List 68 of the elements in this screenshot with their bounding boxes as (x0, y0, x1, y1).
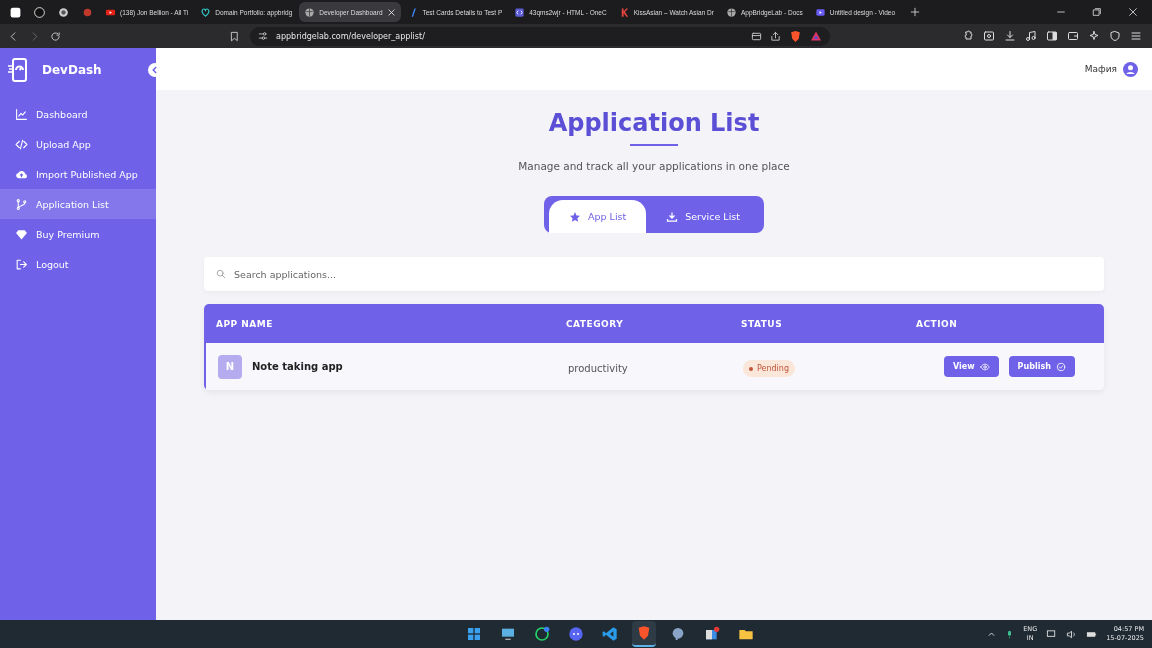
tab-favicon-icon (32, 5, 46, 19)
site-settings-icon (258, 31, 268, 41)
sidebar-item[interactable]: Application List (0, 189, 156, 219)
new-tab-icon[interactable] (910, 7, 921, 17)
sidebar-item[interactable]: Buy Premium (0, 219, 156, 249)
download-icon (666, 210, 679, 223)
shield-icon[interactable] (1109, 30, 1121, 42)
restore-icon[interactable] (1092, 7, 1102, 17)
url-text: appbridgelab.com/developer_applist/ (276, 31, 425, 41)
sidebar-item[interactable]: Import Published App (0, 159, 156, 189)
tab-favicon-icon (814, 6, 826, 18)
column-header: CATEGORY (566, 318, 625, 329)
tab[interactable]: App List (549, 200, 647, 233)
screenshot-icon[interactable] (983, 30, 995, 42)
view-button[interactable]: View (944, 356, 999, 377)
search-icon (216, 269, 226, 279)
speaker-icon[interactable] (1066, 628, 1078, 640)
close-icon[interactable] (1128, 7, 1138, 17)
check-circle-icon (1055, 361, 1066, 372)
eye-icon (979, 361, 990, 372)
status-badge: Pending (743, 360, 795, 378)
column-header: ACTION (916, 318, 959, 329)
wallet-icon[interactable] (1067, 30, 1079, 42)
column-header: STATUS (741, 318, 784, 329)
tab-favicon-icon (56, 5, 70, 19)
close-icon[interactable] (386, 7, 396, 17)
address-bar[interactable]: appbridgelab.com/developer_applist/ (250, 26, 830, 46)
lion-shield-icon[interactable] (632, 621, 656, 647)
page-title: Application List (548, 108, 760, 138)
chart-icon (15, 107, 28, 121)
music-icon[interactable] (1025, 30, 1037, 42)
diamond-icon (15, 227, 28, 241)
triangle-icon[interactable] (810, 30, 822, 42)
tab[interactable]: Service List (646, 200, 760, 233)
page-subtitle: Manage and track all your applications in one place (518, 160, 790, 172)
lion-shield-icon[interactable] (789, 29, 802, 43)
share-icon[interactable] (770, 30, 781, 42)
star-icon (569, 210, 582, 223)
branch-icon (15, 197, 28, 211)
avatar-icon[interactable] (1123, 61, 1138, 77)
search-field[interactable]: Search applications... (204, 257, 1104, 291)
sidebar-item[interactable]: Upload App (0, 129, 156, 159)
table-cell: productivity (568, 363, 628, 374)
title-underline (630, 144, 678, 146)
code-icon (15, 137, 28, 151)
sparkle-icon[interactable] (1088, 30, 1100, 42)
brand-name: DevDash (42, 63, 102, 77)
phone-gauge-icon (8, 58, 30, 82)
tab-favicon-icon (304, 6, 316, 18)
user-name[interactable]: Мафия (1084, 64, 1117, 74)
display-icon[interactable] (1046, 628, 1058, 640)
publish-button[interactable]: Publish (1008, 356, 1075, 377)
logout-icon (15, 257, 28, 271)
tab-favicon-icon (8, 5, 22, 19)
tab-favicon-icon (200, 6, 212, 18)
column-header: APP NAME (216, 318, 274, 329)
sidebar-item[interactable]: Dashboard (0, 99, 156, 129)
sidebar-icon[interactable] (1046, 30, 1058, 42)
tab-favicon-icon (725, 6, 737, 18)
bookmark-icon[interactable] (229, 30, 240, 42)
card-icon[interactable] (751, 30, 762, 42)
tab-favicon-icon (514, 6, 526, 18)
reload-icon[interactable] (50, 30, 61, 42)
app-avatar: N (218, 354, 242, 379)
app-name: Note taking app (252, 361, 343, 372)
download-icon[interactable] (1004, 30, 1016, 42)
sidebar-item[interactable]: Logout (0, 249, 156, 279)
menu-icon[interactable] (1130, 30, 1142, 42)
